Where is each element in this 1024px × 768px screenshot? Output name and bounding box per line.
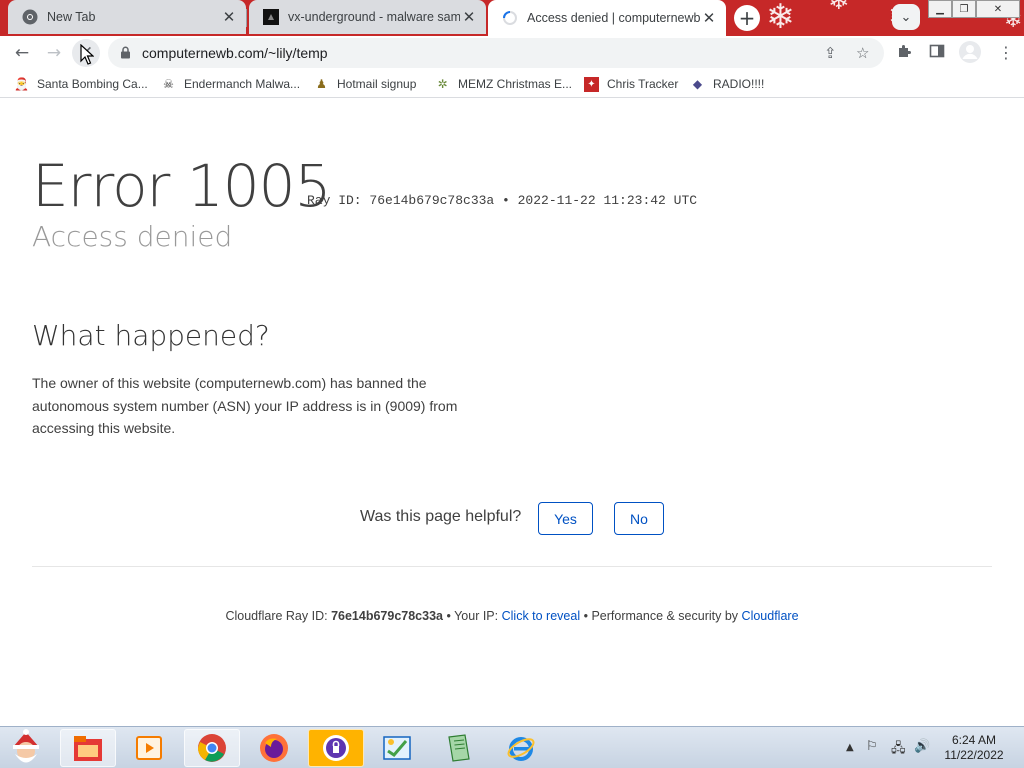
maximize-button[interactable]: ❐ <box>952 0 976 18</box>
memz-icon: ✲ <box>437 77 448 91</box>
notepad-icon[interactable] <box>431 729 487 767</box>
close-window-button[interactable]: ✕ <box>976 0 1020 18</box>
show-hidden-icons-icon[interactable]: ▲ <box>846 742 854 753</box>
tab-access-denied[interactable]: Access denied | computernewb.com ✕ <box>488 0 726 36</box>
close-icon[interactable]: ✕ <box>460 8 478 26</box>
system-clock[interactable]: 6:24 AM 11/22/2022 <box>938 733 1010 763</box>
tab-title: New Tab <box>47 10 96 24</box>
page-content: Error 1005 Ray ID: 76e14b679c78c33a • 20… <box>0 99 1024 725</box>
santa-icon: 🎅 <box>14 77 29 91</box>
side-panel-icon[interactable] <box>929 43 945 63</box>
tab-separator <box>246 9 247 27</box>
vx-underground-icon <box>263 9 279 25</box>
close-icon[interactable]: ✕ <box>700 9 718 27</box>
ray-id-label: Cloudflare Ray ID: <box>225 609 328 623</box>
skull-icon: ☠ <box>163 77 174 91</box>
error-subtitle: Access denied <box>32 220 233 253</box>
ray-id-header: Ray ID: 76e14b679c78c33a • 2022-11-22 11… <box>307 193 698 208</box>
windows-taskbar: ▲ ⚐ 🖧 🔊 6:24 AM 11/22/2022 <box>0 726 1024 768</box>
close-icon[interactable]: ✕ <box>220 8 238 26</box>
tracker-icon: ✦ <box>584 76 599 92</box>
bookmark-label: MEMZ Christmas E... <box>458 77 573 91</box>
tab-vx-underground[interactable]: vx-underground - malware samples ✕ <box>249 0 486 34</box>
mouse-cursor-icon <box>80 44 94 65</box>
separator-bullet: • <box>583 609 588 623</box>
tab-strip: ❄ ❄ ❄ ❄ New Tab ✕ vx-underground - malwa… <box>0 0 1024 36</box>
reveal-ip-link[interactable]: Click to reveal <box>502 609 581 623</box>
bookmark-label: Santa Bombing Ca... <box>37 77 148 91</box>
chrome-icon[interactable] <box>184 729 240 767</box>
tab-title: vx-underground - malware samples <box>288 10 460 24</box>
firefox-icon[interactable] <box>246 729 302 767</box>
ip-label: Your IP: <box>454 609 499 623</box>
loading-spinner-icon <box>502 10 518 26</box>
vpn-shield-icon[interactable] <box>308 729 364 767</box>
lock-icon[interactable] <box>120 46 131 64</box>
media-player-icon[interactable] <box>121 729 177 767</box>
bookmark-hotmail-signup[interactable]: ♟ Hotmail signup <box>314 75 416 93</box>
error-title: Error 1005 <box>32 152 331 220</box>
bookmark-label: RADIO!!!! <box>713 77 765 91</box>
clock-date: 11/22/2022 <box>944 748 1004 762</box>
divider <box>32 566 992 567</box>
forward-button[interactable]: → <box>40 39 68 67</box>
tab-new-tab[interactable]: New Tab ✕ <box>8 0 247 34</box>
what-happened-heading: What happened? <box>32 319 270 352</box>
volume-icon[interactable]: 🔊 <box>914 739 930 754</box>
menu-kebab-icon[interactable]: ⋮ <box>998 43 1014 62</box>
error-description: The owner of this website (computernewb.… <box>32 375 458 436</box>
bookmark-endermanch[interactable]: ☠ Endermanch Malwa... <box>161 75 300 93</box>
ray-id-value: 76e14b679c78c33a <box>331 609 443 623</box>
snowflake-decoration: ❄ <box>766 0 795 36</box>
bookmark-label: Endermanch Malwa... <box>184 77 301 91</box>
paint-icon[interactable] <box>369 729 425 767</box>
cloudflare-footer: Cloudflare Ray ID: 76e14b679c78c33a • Yo… <box>0 609 1024 623</box>
separator-bullet: • <box>446 609 451 623</box>
santa-start-icon[interactable] <box>0 729 52 767</box>
bookmark-santa-bombing[interactable]: 🎅 Santa Bombing Ca... <box>14 75 148 93</box>
minimize-button[interactable]: ▁ <box>928 0 952 18</box>
bookmark-chris-tracker[interactable]: ✦ Chris Tracker <box>584 75 678 93</box>
person-icon: ♟ <box>316 77 327 91</box>
bookmark-memz-christmas[interactable]: ✲ MEMZ Christmas E... <box>435 75 572 93</box>
share-icon[interactable]: ⇪ <box>824 44 837 62</box>
performance-label: Performance & security by <box>591 609 739 623</box>
tab-title: Access denied | computernewb.com <box>527 11 700 25</box>
chrome-icon <box>22 9 38 25</box>
bookmark-radio[interactable]: ◆ RADIO!!!! <box>690 75 764 93</box>
address-bar[interactable]: ⇪ ☆ <box>108 38 884 68</box>
bookmarks-bar: 🎅 Santa Bombing Ca... ☠ Endermanch Malwa… <box>0 70 1024 98</box>
new-tab-button[interactable]: + <box>734 5 760 31</box>
back-button[interactable]: ← <box>8 39 36 67</box>
internet-explorer-icon[interactable] <box>493 729 549 767</box>
snowflake-decoration: ❄ <box>828 0 850 16</box>
extensions-icon[interactable] <box>896 43 912 63</box>
cloudflare-link[interactable]: Cloudflare <box>742 609 799 623</box>
feedback-no-button[interactable]: No <box>614 502 664 535</box>
action-center-flag-icon[interactable]: ⚐ <box>866 739 878 754</box>
bookmark-label: Hotmail signup <box>337 77 417 91</box>
profile-avatar-icon[interactable] <box>958 40 982 68</box>
file-manager-icon[interactable] <box>60 729 116 767</box>
network-icon[interactable]: 🖧 <box>891 739 906 761</box>
tab-search-button[interactable]: ⌄ <box>892 4 920 30</box>
browser-toolbar: ← → ✕ ⇪ ☆ ⋮ <box>0 36 1024 70</box>
clock-time: 6:24 AM <box>951 733 997 747</box>
feedback-question: Was this page helpful? <box>360 508 522 525</box>
bookmark-label: Chris Tracker <box>607 77 679 91</box>
bookmark-star-icon[interactable]: ☆ <box>856 44 869 62</box>
radio-icon: ◆ <box>692 77 703 91</box>
feedback-yes-button[interactable]: Yes <box>538 502 593 535</box>
url-input[interactable] <box>142 38 782 68</box>
